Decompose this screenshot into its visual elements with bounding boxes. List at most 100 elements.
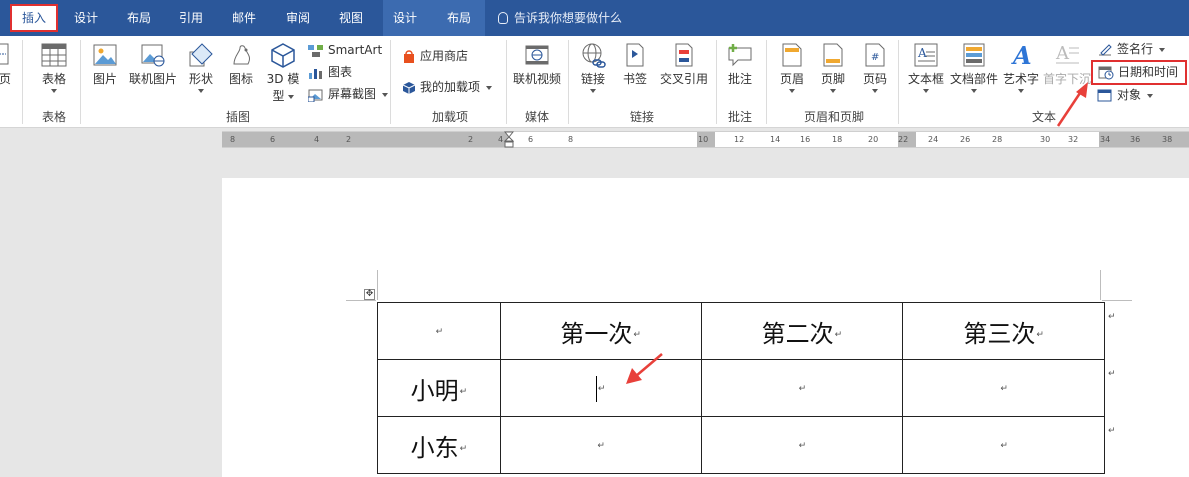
chevron-down-icon [923,89,929,93]
online-video-button[interactable]: 联机视频 [511,42,563,87]
page-number-button[interactable]: # 页码 [857,42,893,93]
quick-parts-icon [963,43,985,67]
my-addins-button[interactable]: 我的加载项 [402,77,493,97]
group-separator [390,40,391,124]
picture-icon [93,44,117,66]
chevron-down-icon [382,92,389,97]
drop-cap-icon: A [1055,43,1079,64]
addins-icon [402,81,416,94]
chevron-down-icon [872,89,878,93]
cross-reference-button[interactable]: 交叉引用 [657,42,711,87]
tab-insert[interactable]: 插入 [10,4,58,32]
table-cell[interactable]: ↵ [700,416,904,474]
signature-pen-icon [1099,43,1112,56]
group-separator [898,40,899,124]
annotation-arrow-icon [626,353,663,384]
picture-button[interactable]: 图片 [88,42,122,87]
new-comment-button[interactable]: 批注 [722,42,758,87]
table-cell[interactable]: ↵ [700,359,904,417]
group-separator [506,40,507,124]
smartart-button[interactable]: SmartArt [308,40,382,60]
table-cell[interactable]: 小明↵ [377,359,501,417]
group-separator [22,40,23,124]
group-separator [716,40,717,124]
chevron-down-icon [198,89,204,93]
chart-button[interactable]: 图表 [308,62,352,82]
ruler-tick-label: 24 [928,135,939,144]
document-table[interactable]: ↵ 第一次↵ 第二次↵ 第三次↵ 小明↵ ↵ ↵ ↵ 小东↵ ↵ ↵ ↵ [377,302,1105,474]
ruler-tick-label: 2 [468,135,474,144]
tab-layout[interactable]: 布局 [121,0,157,36]
svg-text:A: A [1011,42,1032,68]
ruler-tick-label: 12 [734,135,745,144]
table-row: 小东↵ ↵ ↵ ↵ [377,416,1105,474]
horizontal-ruler[interactable]: 8642246810121416182022242628303234363840… [222,131,1189,148]
tab-review[interactable]: 审阅 [280,0,316,36]
table-cell[interactable]: 小东↵ [377,416,501,474]
crop-mark [1100,270,1101,300]
3d-model-button[interactable]: 3D 模 型 [262,42,304,104]
tab-references[interactable]: 引用 [173,0,209,36]
text-box-icon: A [914,43,938,67]
text-box-button[interactable]: A 文本框 [905,42,947,93]
indent-marker-icon[interactable] [504,131,514,149]
bookmark-button[interactable]: 书签 [617,42,653,87]
object-button[interactable]: 对象 [1097,85,1154,105]
chart-icon [309,68,322,79]
store-button[interactable]: 应用商店 [402,46,468,66]
store-icon [404,49,414,63]
chevron-down-icon [789,89,795,93]
tab-table-layout[interactable]: 布局 [441,0,477,36]
page-break-button[interactable]: 分页 [0,42,16,87]
link-button[interactable]: 链接 [575,42,611,93]
table-cell[interactable]: 第一次↵ [499,302,702,360]
footer-button[interactable]: 页脚 [815,42,851,93]
ruler-tick-label: 28 [992,135,1003,144]
ruler-tick-label: 2 [346,135,352,144]
end-of-row-mark: ↵ [1108,312,1116,322]
lightbulb-icon [498,12,508,24]
ruler-right-margin [1099,132,1189,147]
page-break-icon [0,43,9,65]
tell-me-search[interactable]: 告诉我你想要做什么 [498,0,622,36]
table-cell[interactable]: ↵ [902,359,1105,417]
ruler-tick-label: 38 [1162,135,1173,144]
video-icon [525,45,549,65]
screenshot-button[interactable]: 屏幕截图 [308,84,389,104]
header-icon [782,43,802,67]
table-cell-active[interactable]: ↵ [499,359,702,417]
ruler-tick-label: 34 [1100,135,1111,144]
ruler-tick-label: 4 [314,135,320,144]
header-button[interactable]: 页眉 [774,42,810,93]
icons-button[interactable]: 图标 [224,42,258,87]
signature-line-button[interactable]: 签名行 [1097,39,1166,59]
ruler-tick-label: 8 [230,135,236,144]
quick-parts-button[interactable]: 文档部件 [948,42,1000,93]
wordart-button[interactable]: A 艺术字 [1001,42,1041,93]
table-move-handle-icon[interactable]: ✥ [364,289,375,300]
screenshot-icon [308,89,323,102]
smartart-icon [308,44,323,57]
chevron-down-icon [830,89,836,93]
shapes-button[interactable]: 形状 [184,42,218,93]
end-of-row-mark: ↵ [1108,369,1116,379]
tab-design[interactable]: 设计 [68,0,104,36]
table-cell[interactable]: 第二次↵ [700,302,904,360]
tab-table-design[interactable]: 设计 [387,0,423,36]
group-label-links: 链接 [629,110,654,124]
date-time-button[interactable]: 日期和时间 [1091,60,1187,85]
tab-view[interactable]: 视图 [333,0,369,36]
chevron-down-icon [590,89,596,93]
table-button[interactable]: 表格 [34,42,74,93]
group-label-illustrations: 插图 [225,110,250,124]
table-cell[interactable]: 第三次↵ [902,302,1105,360]
table-cell[interactable]: ↵ [499,416,702,474]
table-cell[interactable]: ↵ [902,416,1105,474]
crop-mark [346,300,376,301]
table-cell[interactable]: ↵ [377,302,501,360]
annotation-arrow-icon [1056,82,1088,127]
tab-mailings[interactable]: 邮件 [226,0,262,36]
online-picture-button[interactable]: 联机图片 [126,42,180,87]
svg-text:A: A [1055,43,1070,64]
crop-mark [377,270,378,300]
